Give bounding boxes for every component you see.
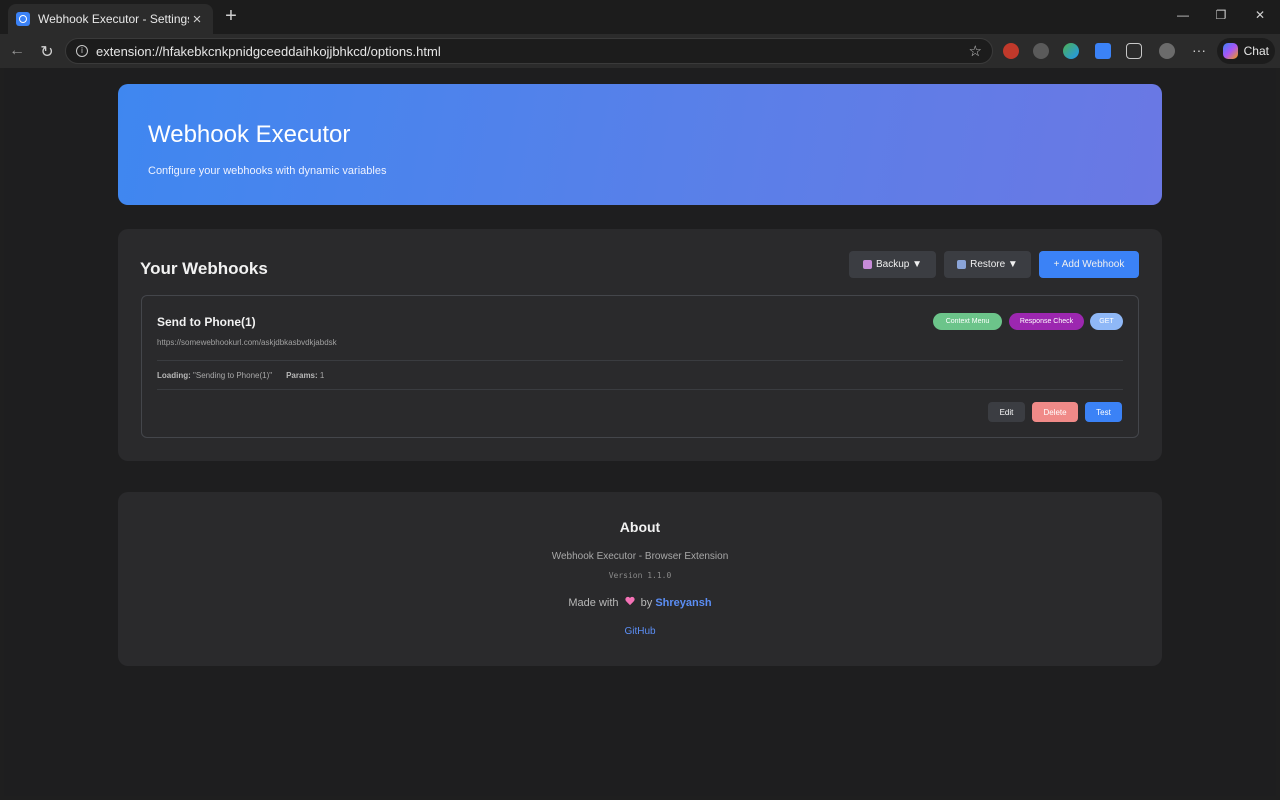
response-check-badge: Response Check bbox=[1009, 313, 1084, 330]
section-title: Your Webhooks bbox=[140, 259, 268, 278]
address-bar[interactable]: i extension://hfakebkcnkpnidgceeddaihkoj… bbox=[65, 38, 993, 64]
method-badge: GET bbox=[1090, 313, 1123, 330]
copilot-chat-button[interactable]: Chat bbox=[1217, 38, 1275, 64]
webhooks-section: Your Webhooks Backup ▼ Restore ▼ + Add W… bbox=[118, 229, 1162, 461]
params-value: 1 bbox=[319, 371, 325, 380]
params-meta: Params: 1 bbox=[286, 371, 324, 380]
backup-button[interactable]: Backup ▼ bbox=[849, 251, 936, 278]
webhook-url: https://somewebhookurl.com/askjdbkasbvdk… bbox=[157, 338, 337, 347]
author-link[interactable]: Shreyansh bbox=[655, 597, 711, 609]
made-with-line: Made with by Shreyansh bbox=[118, 597, 1162, 609]
minimize-icon[interactable]: — bbox=[1176, 8, 1190, 22]
add-webhook-button[interactable]: + Add Webhook bbox=[1039, 251, 1139, 278]
test-button[interactable]: Test bbox=[1085, 402, 1122, 422]
params-label: Params: bbox=[286, 371, 318, 380]
close-window-icon[interactable]: ✕ bbox=[1253, 8, 1267, 22]
site-info-icon[interactable]: i bbox=[76, 45, 88, 57]
restore-label: Restore ▼ bbox=[970, 259, 1018, 270]
loading-label: Loading: bbox=[157, 371, 191, 380]
delete-button[interactable]: Delete bbox=[1032, 402, 1078, 422]
divider bbox=[157, 360, 1123, 361]
github-link[interactable]: GitHub bbox=[624, 626, 655, 637]
adblock-extension-icon[interactable] bbox=[1003, 43, 1019, 59]
about-description: Webhook Executor - Browser Extension bbox=[551, 551, 729, 562]
page-subtitle: Configure your webhooks with dynamic var… bbox=[148, 165, 387, 177]
tab-close-icon[interactable]: × bbox=[189, 11, 205, 28]
loading-meta: Loading: "Sending to Phone(1)" bbox=[157, 371, 272, 380]
more-menu-icon[interactable]: ··· bbox=[1192, 42, 1206, 58]
copilot-icon bbox=[1223, 43, 1238, 59]
browser-tab[interactable]: Webhook Executor - Settings × bbox=[8, 4, 213, 34]
by-text: by bbox=[640, 597, 653, 609]
webhook-meta: Loading: "Sending to Phone(1)" Params: 1 bbox=[157, 371, 324, 380]
webhook-item: Send to Phone(1) Context Menu Response C… bbox=[141, 295, 1139, 438]
header-banner: Webhook Executor Configure your webhooks… bbox=[118, 84, 1162, 205]
browser-toolbar: ← ↻ i extension://hfakebkcnkpnidgceeddai… bbox=[0, 34, 1280, 68]
github-line: GitHub bbox=[118, 626, 1162, 637]
tab-title: Webhook Executor - Settings bbox=[38, 12, 189, 26]
options-page: Webhook Executor Configure your webhooks… bbox=[4, 68, 1276, 796]
made-with-text: Made with bbox=[568, 597, 619, 609]
about-version: Version 1.1.0 bbox=[608, 571, 672, 580]
extensions-puzzle-icon[interactable] bbox=[1126, 43, 1142, 59]
back-icon[interactable]: ← bbox=[8, 42, 26, 60]
webhook-extension-icon[interactable] bbox=[1095, 43, 1111, 59]
context-menu-badge: Context Menu bbox=[933, 313, 1002, 330]
loading-value: "Sending to Phone(1)" bbox=[193, 371, 273, 380]
about-title: About bbox=[619, 519, 661, 535]
colorful-extension-icon[interactable] bbox=[1063, 43, 1079, 59]
spy-extension-icon[interactable] bbox=[1033, 43, 1049, 59]
profile-avatar[interactable] bbox=[1159, 43, 1175, 59]
new-tab-icon[interactable]: + bbox=[222, 5, 240, 28]
restore-icon bbox=[957, 260, 967, 269]
divider bbox=[157, 389, 1123, 390]
address-url[interactable]: extension://hfakebkcnkpnidgceeddaihkojjb… bbox=[96, 44, 969, 59]
reload-icon[interactable]: ↻ bbox=[38, 42, 56, 62]
backup-icon bbox=[862, 260, 872, 269]
favorite-star-icon[interactable]: ☆ bbox=[969, 42, 982, 60]
about-section: About Webhook Executor - Browser Extensi… bbox=[118, 492, 1162, 666]
restore-window-icon[interactable]: ❐ bbox=[1214, 8, 1228, 22]
browser-tab-bar: Webhook Executor - Settings × + — ❐ ✕ bbox=[0, 0, 1280, 34]
restore-button[interactable]: Restore ▼ bbox=[944, 251, 1031, 278]
edit-button[interactable]: Edit bbox=[988, 402, 1025, 422]
page-title: Webhook Executor bbox=[148, 121, 351, 148]
extension-favicon-icon bbox=[16, 12, 30, 26]
webhook-name: Send to Phone(1) bbox=[157, 315, 256, 329]
heart-icon bbox=[625, 597, 635, 606]
backup-label: Backup ▼ bbox=[875, 259, 923, 270]
chat-label: Chat bbox=[1243, 44, 1269, 58]
